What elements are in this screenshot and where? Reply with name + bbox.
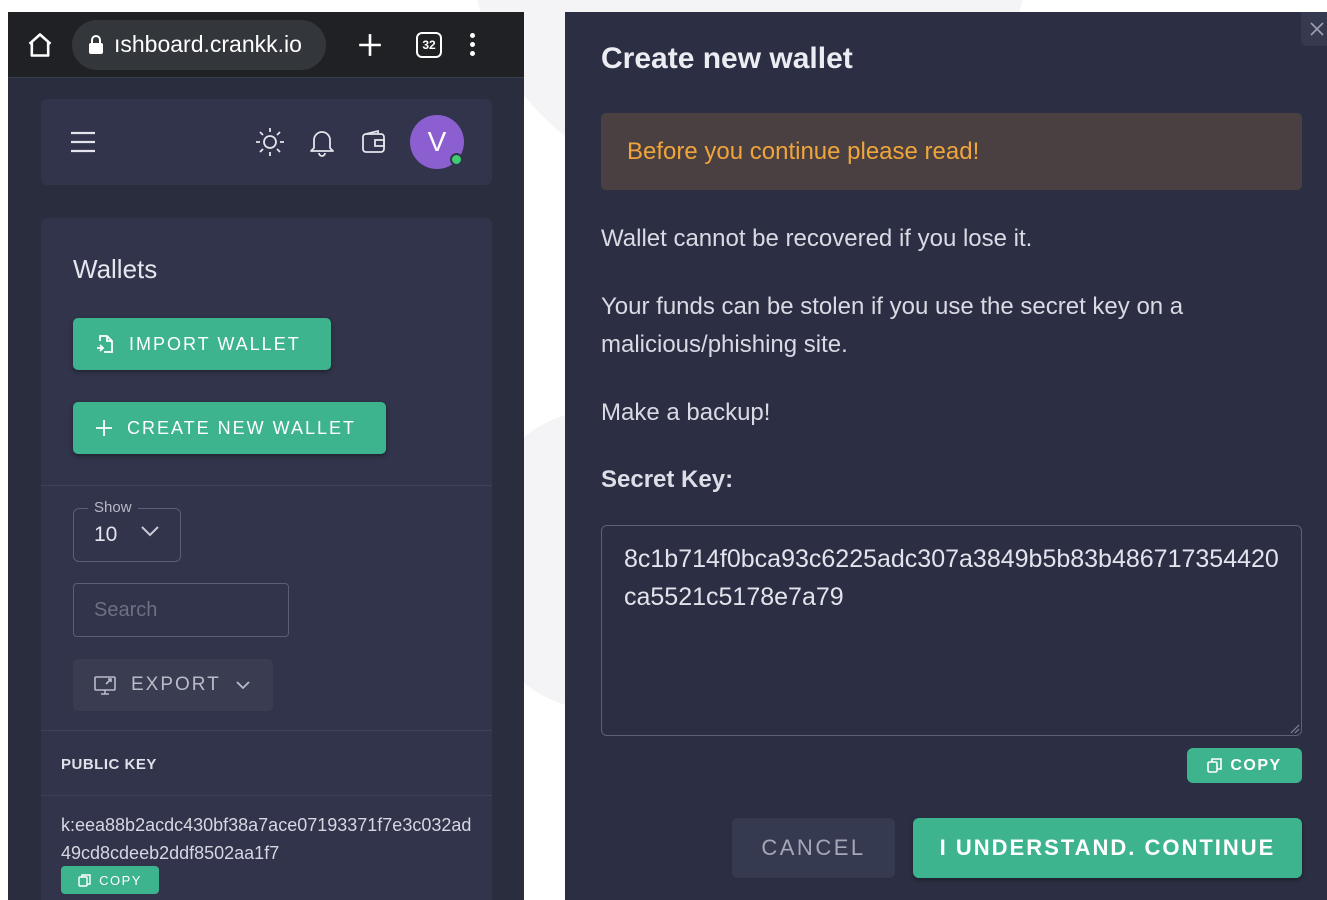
home-icon[interactable] bbox=[22, 27, 58, 63]
kebab-menu-icon[interactable] bbox=[470, 33, 475, 56]
warning-text: Before you continue please read! bbox=[627, 137, 980, 165]
create-wallet-label: CREATE NEW WALLET bbox=[127, 417, 357, 438]
import-file-icon bbox=[95, 333, 115, 355]
plus-icon bbox=[95, 419, 113, 437]
info-line-backup: Make a backup! bbox=[601, 399, 771, 426]
browser-toolbar: ıshboard.crankk.io 32 bbox=[8, 12, 524, 78]
avatar-initial: V bbox=[427, 126, 447, 157]
import-wallet-button[interactable]: IMPORT WALLET bbox=[73, 318, 331, 370]
divider bbox=[41, 730, 492, 731]
new-tab-icon[interactable] bbox=[352, 27, 388, 63]
tabs-icon[interactable]: 32 bbox=[416, 31, 442, 58]
avatar[interactable]: V bbox=[410, 115, 464, 169]
hamburger-icon[interactable] bbox=[69, 131, 97, 153]
mobile-browser-screen: ıshboard.crankk.io 32 V Wallets IMPORT W… bbox=[8, 12, 524, 900]
export-button[interactable]: EXPORT bbox=[73, 659, 273, 711]
chevron-down-icon bbox=[235, 680, 251, 690]
wallet-icon[interactable] bbox=[356, 124, 392, 160]
address-bar[interactable]: ıshboard.crankk.io bbox=[72, 19, 326, 70]
search-input[interactable] bbox=[94, 598, 274, 622]
public-key-value: k:eea88b2acdc430bf38a7ace07193371f7e3c03… bbox=[61, 815, 472, 863]
cancel-button[interactable]: CANCEL bbox=[732, 818, 895, 878]
copy-label: COPY bbox=[99, 872, 142, 888]
wallets-card: Wallets IMPORT WALLET CREATE NEW WALLET … bbox=[41, 218, 492, 900]
lock-icon bbox=[88, 34, 104, 55]
tab-count: 32 bbox=[422, 37, 436, 52]
copy-label: COPY bbox=[1230, 756, 1282, 774]
search-field[interactable] bbox=[73, 583, 289, 637]
create-wallet-button[interactable]: CREATE NEW WALLET bbox=[73, 402, 386, 454]
copy-icon bbox=[1207, 758, 1223, 773]
create-wallet-dialog: Create new wallet Before you continue pl… bbox=[565, 12, 1327, 900]
export-label: EXPORT bbox=[131, 674, 221, 695]
copy-icon bbox=[78, 873, 91, 887]
copy-public-key-button[interactable]: COPY bbox=[61, 866, 159, 894]
info-line-recovery: Wallet cannot be recovered if you lose i… bbox=[601, 225, 1033, 252]
dialog-title: Create new wallet bbox=[601, 42, 853, 75]
continue-button[interactable]: I UNDERSTAND. CONTINUE bbox=[913, 818, 1302, 878]
resize-grip-icon[interactable] bbox=[1290, 724, 1300, 734]
export-screen-icon bbox=[93, 674, 117, 696]
chevron-down-icon bbox=[140, 525, 160, 537]
rows-per-page-select[interactable]: Show 10 bbox=[73, 499, 181, 562]
info-line-phishing: Your funds can be stolen if you use the … bbox=[601, 293, 1184, 358]
close-icon[interactable] bbox=[1301, 12, 1327, 46]
copy-secret-key-button[interactable]: COPY bbox=[1187, 748, 1302, 783]
secret-key-label: Secret Key: bbox=[601, 466, 734, 493]
url-text: ıshboard.crankk.io bbox=[114, 31, 302, 57]
bell-icon[interactable] bbox=[304, 124, 340, 160]
divider bbox=[41, 795, 492, 796]
sun-icon[interactable] bbox=[252, 124, 288, 160]
app-header: V bbox=[41, 99, 492, 185]
warning-banner: Before you continue please read! bbox=[601, 113, 1302, 190]
public-key-column-header: PUBLIC KEY bbox=[61, 756, 157, 773]
divider bbox=[41, 485, 492, 486]
show-label: Show bbox=[88, 499, 138, 516]
secret-key-textarea[interactable]: 8c1b714f0bca93c6225adc307a3849b5b83b4867… bbox=[601, 525, 1302, 736]
import-wallet-label: IMPORT WALLET bbox=[129, 333, 301, 354]
show-value: 10 bbox=[94, 523, 118, 546]
page-title: Wallets bbox=[73, 254, 158, 284]
online-status-indicator bbox=[450, 153, 463, 166]
